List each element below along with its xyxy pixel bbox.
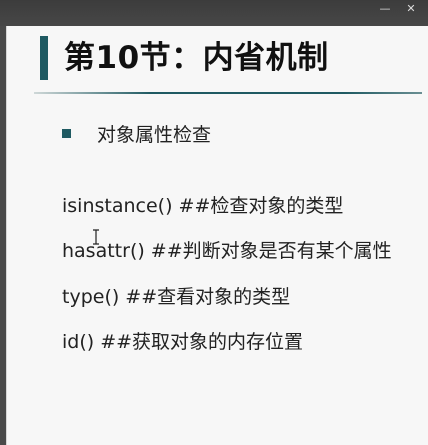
title-underline [34,92,422,94]
close-icon[interactable]: ✕ [404,3,418,15]
bullet-text: 对象属性检查 [97,123,212,146]
square-bullet-icon [62,128,71,138]
bullet-item: 对象属性检查 [62,120,211,146]
minimize-icon[interactable]: — [378,3,392,15]
code-line-hasattr: hasattr() ##判断对象是否有某个属性 [62,240,392,262]
slide-canvas [6,26,428,445]
code-line-id: id() ##获取对象的内存位置 [62,331,304,353]
title-accent-bar [40,36,48,80]
code-line-isinstance: isinstance() ##检查对象的类型 [62,195,344,217]
window-titlebar: — ✕ [0,0,428,26]
text-cursor-icon [93,229,99,245]
slide-title: 第10节：内省机制 [64,40,329,76]
code-line-type: type() ##查看对象的类型 [62,286,291,308]
